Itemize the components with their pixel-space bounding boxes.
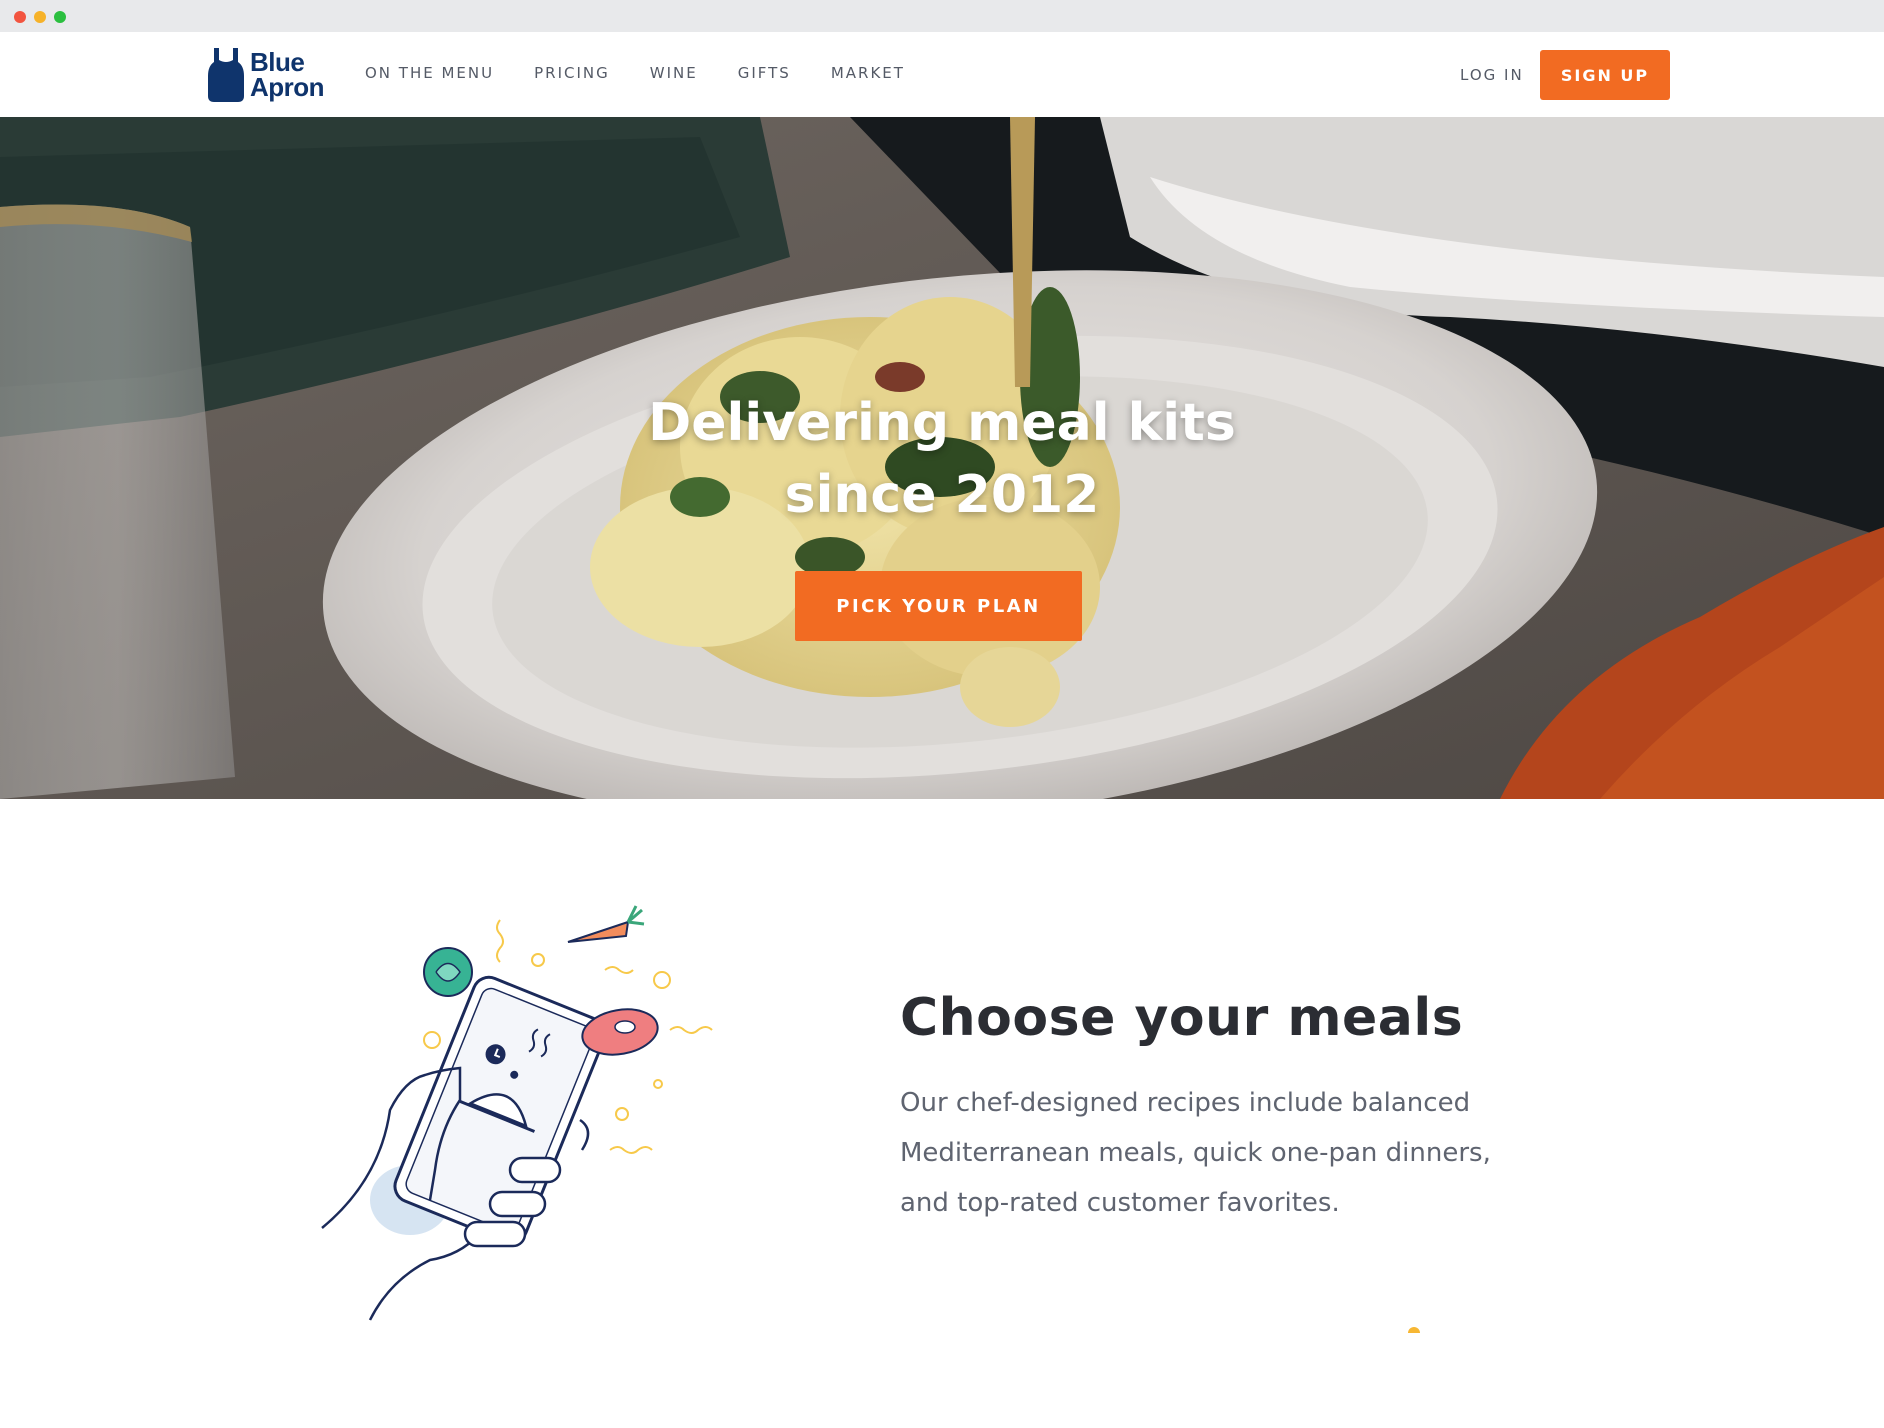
nav-on-the-menu[interactable]: ON THE MENU — [365, 64, 494, 82]
nav-wine[interactable]: WINE — [650, 64, 698, 82]
hero-headline-line2: since 2012 — [784, 465, 1100, 525]
feature-description: Our chef-designed recipes include balanc… — [900, 1088, 1491, 1218]
carrot-icon — [567, 905, 645, 943]
logo-word-apron: Apron — [250, 72, 325, 102]
main-nav: ON THE MENU PRICING WINE GIFTS MARKET — [365, 64, 945, 82]
hero-headline: Delivering meal kits since 2012 — [0, 387, 1884, 531]
nav-market[interactable]: MARKET — [831, 64, 905, 82]
window-close-dot[interactable] — [14, 11, 26, 23]
signup-button[interactable]: SIGN UP — [1540, 50, 1670, 100]
blue-apron-logo[interactable]: Blue Apron — [206, 46, 326, 102]
hero-section: Delivering meal kits since 2012 PICK YOU… — [0, 117, 1884, 799]
apron-icon — [208, 48, 244, 102]
hand-phone-illustration — [321, 905, 713, 1321]
hero-headline-line1: Delivering meal kits — [648, 393, 1236, 453]
pick-your-plan-button[interactable]: PICK YOUR PLAN — [795, 571, 1082, 641]
decorative-dot — [1408, 1327, 1420, 1333]
cabbage-icon — [423, 947, 473, 997]
site-header: Blue Apron ON THE MENU PRICING WINE GIFT… — [0, 32, 1884, 117]
logo-wordmark: Blue Apron — [250, 49, 325, 102]
browser-chrome — [0, 0, 1884, 32]
nav-gifts[interactable]: GIFTS — [738, 64, 791, 82]
login-link[interactable]: LOG IN — [1460, 66, 1524, 84]
feature-title: Choose your meals — [900, 988, 1464, 1048]
window-minimize-dot[interactable] — [34, 11, 46, 23]
nav-pricing[interactable]: PRICING — [534, 64, 610, 82]
window-maximize-dot[interactable] — [54, 11, 66, 23]
phone-meal-illustration — [310, 900, 730, 1330]
